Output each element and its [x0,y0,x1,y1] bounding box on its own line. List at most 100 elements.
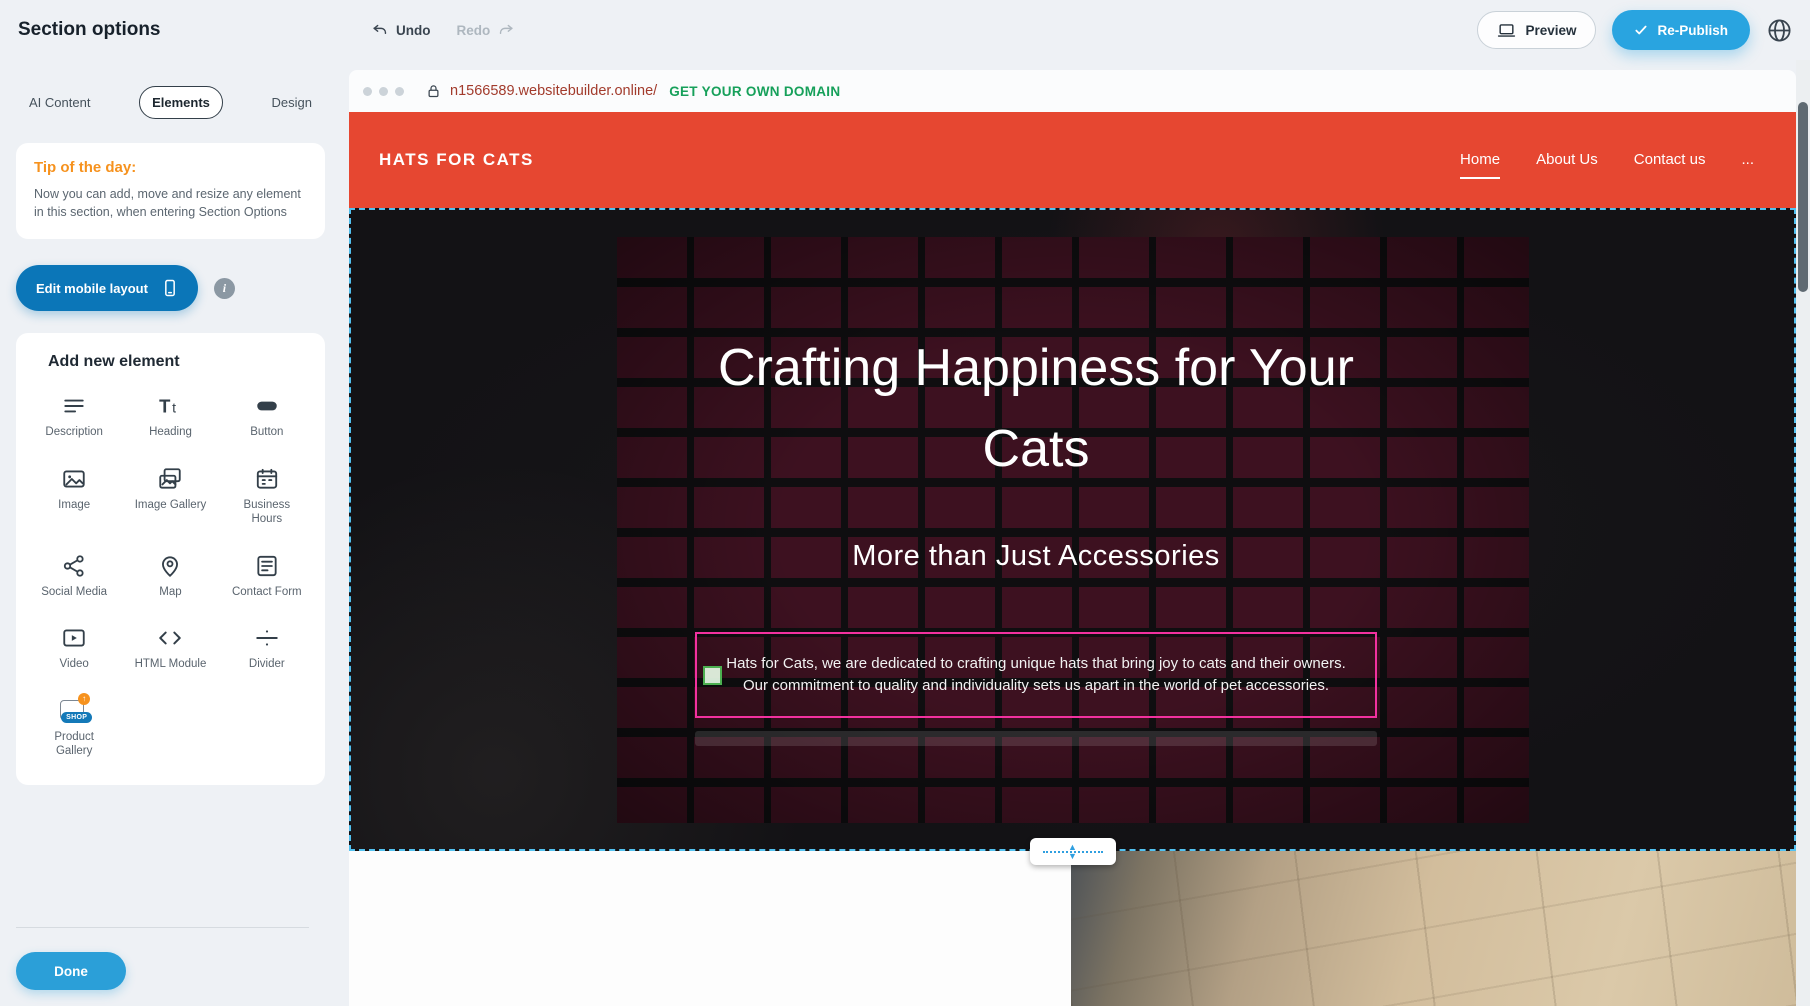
svg-text:t: t [173,400,177,416]
site-header[interactable]: HATS FOR CATS Home About Us Contact us .… [349,112,1796,208]
republish-button[interactable]: Re-Publish [1612,10,1750,50]
preview-button[interactable]: Preview [1477,11,1596,49]
sidebar-divider [16,927,309,928]
business-hours-icon [254,466,280,492]
social-media-icon [61,553,87,579]
next-section-photo [1071,851,1796,1006]
element-label: Map [159,586,181,600]
element-label: Image [58,499,90,513]
element-button[interactable]: Button [219,393,315,440]
arrow-down-icon: ▼ [1068,853,1077,860]
hero-subheading[interactable]: More than Just Accessories [351,540,1721,573]
topbar: Section options Undo Redo Preview Re-Pub… [0,0,1810,60]
tip-title: Tip of the day: [34,159,307,176]
monitor-icon [1497,21,1516,40]
hero-paragraph[interactable]: Hats for Cats, we are dedicated to craft… [721,653,1351,698]
product-gallery-icon: SHOP ↑ [60,698,88,724]
site-url[interactable]: n1566589.websitebuilder.online/ [450,83,657,99]
phone-icon [160,278,180,298]
sidebar-tabs: AI Content Elements Design [16,86,325,119]
lock-icon [426,84,441,99]
browser-chrome: n1566589.websitebuilder.online/ GET YOUR… [349,70,1796,112]
section-resize-handle[interactable]: ▲ ▼ [1030,838,1116,865]
info-icon[interactable]: i [214,278,235,299]
element-contact-form[interactable]: Contact Form [219,553,315,600]
next-section-white-area [349,851,1071,1006]
check-icon [1634,23,1648,37]
element-label: Social Media [41,586,107,600]
element-label: Button [250,426,283,440]
redo-icon [497,22,514,39]
arrow-up-icon: ▲ [1068,844,1077,851]
preview-scrollbar[interactable] [1796,60,1810,1006]
element-heading[interactable]: Tt Heading [122,393,218,440]
element-label: Heading [149,426,192,440]
element-image[interactable]: Image [26,466,122,527]
nav-home[interactable]: Home [1460,151,1500,170]
element-label: Video [60,658,89,672]
language-globe-button[interactable] [1766,15,1796,45]
element-video[interactable]: Video [26,625,122,672]
page-title: Section options [18,19,161,41]
selected-paragraph-element[interactable]: Hats for Cats, we are dedicated to craft… [695,632,1377,718]
scrollbar-thumb[interactable] [1798,102,1808,292]
edit-mobile-layout-label: Edit mobile layout [36,281,148,296]
hero-copy: Crafting Happiness for Your Cats More th… [351,210,1721,849]
site-logo[interactable]: HATS FOR CATS [379,150,534,170]
description-icon [61,393,87,419]
element-social-media[interactable]: Social Media [26,553,122,600]
get-domain-link[interactable]: GET YOUR OWN DOMAIN [669,84,840,99]
republish-label: Re-Publish [1657,23,1728,38]
preview-label: Preview [1525,23,1576,38]
hero-heading[interactable]: Crafting Happiness for Your Cats [351,328,1721,490]
hero-section-selected[interactable]: Crafting Happiness for Your Cats More th… [349,208,1796,851]
element-business-hours[interactable]: Business Hours [219,466,315,527]
element-description[interactable]: Description [26,393,122,440]
element-image-gallery[interactable]: Image Gallery [122,466,218,527]
editor-canvas: n1566589.websitebuilder.online/ GET YOUR… [349,60,1796,1006]
element-product-gallery[interactable]: SHOP ↑ Product Gallery [26,698,122,759]
next-section-preview[interactable] [349,851,1796,1006]
element-label: Description [45,426,103,440]
undo-label: Undo [396,23,431,38]
element-label: Contact Form [232,586,302,600]
edit-mobile-layout-button[interactable]: Edit mobile layout [16,265,198,311]
element-map[interactable]: Map [122,553,218,600]
nav-contact-us[interactable]: Contact us [1634,151,1706,170]
shop-badge: SHOP [61,712,92,723]
heading-icon: Tt [157,393,183,419]
ghost-placeholder-bar [695,731,1377,746]
element-label: Image Gallery [135,499,207,513]
sidebar: AI Content Elements Design Tip of the da… [0,60,349,1006]
element-divider[interactable]: Divider [219,625,315,672]
resize-handle[interactable] [703,666,722,685]
done-button[interactable]: Done [16,952,126,990]
redo-label: Redo [457,23,491,38]
redo-button[interactable]: Redo [457,22,515,39]
element-label: Divider [249,658,285,672]
undo-icon [372,22,389,39]
image-icon [61,466,87,492]
html-module-icon [157,625,183,651]
tab-elements[interactable]: Elements [139,86,223,119]
history-controls: Undo Redo [372,22,514,39]
add-element-title: Add new element [48,353,315,371]
nav-about-us[interactable]: About Us [1536,151,1598,170]
tab-ai-content[interactable]: AI Content [16,86,103,119]
window-dots [363,87,404,96]
shop-upgrade-badge: ↑ [78,693,90,705]
element-label: Business Hours [231,499,303,527]
add-element-panel: Add new element Description Tt Heading B… [16,333,325,785]
contact-form-icon [254,553,280,579]
tab-design[interactable]: Design [259,86,325,119]
element-label: HTML Module [135,658,207,672]
topbar-actions: Preview Re-Publish [1477,0,1796,60]
tip-card: Tip of the day: Now you can add, move an… [16,143,325,239]
nav-more[interactable]: ... [1741,151,1754,170]
divider-icon [254,625,280,651]
image-gallery-icon [157,466,183,492]
undo-button[interactable]: Undo [372,22,431,39]
element-grid: Description Tt Heading Button Image Imag… [26,393,315,759]
element-html-module[interactable]: HTML Module [122,625,218,672]
globe-icon [1766,17,1793,44]
